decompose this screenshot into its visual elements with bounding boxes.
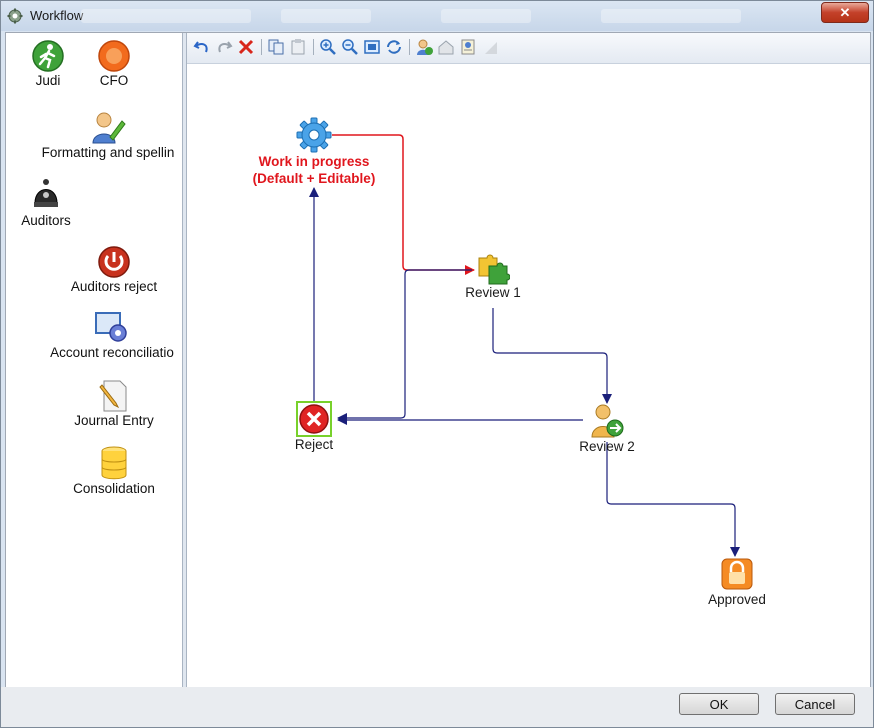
palette-item-label: Auditors reject (70, 279, 158, 294)
node-review-2[interactable]: Review 2 (567, 403, 647, 454)
background-ghost (441, 9, 531, 23)
document-pencil-icon (99, 380, 127, 412)
close-button[interactable]: ✕ (821, 2, 869, 23)
title-bar: Workflow ✕ (1, 1, 873, 31)
workflow-window: Workflow ✕ Judi CFO Formatting and spell… (0, 0, 874, 728)
palette-item-formatting[interactable]: Formatting and spellin (38, 109, 178, 160)
palette-item-label: Account reconciliatio (50, 345, 174, 360)
node-label: Review 1 (465, 285, 521, 300)
refresh-icon[interactable] (385, 38, 403, 56)
home-icon[interactable] (437, 38, 455, 56)
palette-item-label: Judi (35, 73, 61, 88)
user-forward-icon (591, 404, 624, 438)
background-ghost (281, 9, 371, 23)
delete-icon[interactable] (237, 38, 255, 56)
palette-item-label: Journal Entry (74, 413, 154, 428)
transition-review2-to-approved[interactable] (606, 442, 740, 557)
node-label-line1: Work in progress (258, 154, 370, 169)
copy-icon[interactable] (267, 38, 285, 56)
palette-item-label: Auditors (21, 213, 71, 228)
toolbar-separator (409, 39, 410, 55)
transition-review1-to-reject[interactable] (337, 269, 472, 423)
background-ghost (81, 9, 251, 23)
state-palette: Judi CFO Formatting and spellin Auditors… (6, 33, 182, 687)
node-label: Review 2 (579, 439, 635, 454)
monitor-gear-icon (95, 312, 127, 342)
police-helmet-icon (34, 179, 58, 207)
palette-item-judi[interactable]: Judi (24, 39, 72, 88)
palette-item-consolidation[interactable]: Consolidation (66, 445, 162, 496)
fit-icon[interactable] (363, 38, 381, 56)
toolbar-separator (261, 39, 262, 55)
resize-grip-icon[interactable] (481, 38, 499, 56)
toolbar-separator (313, 39, 314, 55)
palette-item-auditors-reject[interactable]: Auditors reject (62, 245, 166, 294)
reject-x-icon (296, 401, 332, 437)
node-review-1[interactable]: Review 1 (453, 253, 533, 300)
ok-button[interactable]: OK (679, 693, 759, 715)
user-pencil-icon (92, 112, 126, 144)
zoom-in-icon[interactable] (319, 38, 337, 56)
palette-item-cfo[interactable]: CFO (90, 39, 138, 88)
puzzle-icon (478, 254, 510, 285)
node-reject[interactable]: Reject (289, 401, 339, 452)
workflow-canvas[interactable]: Work in progress (Default + Editable) Re… (187, 64, 870, 687)
paste-icon[interactable] (289, 38, 307, 56)
node-label: Approved (708, 592, 766, 607)
designer-toolbar (187, 33, 870, 64)
zoom-out-icon[interactable] (341, 38, 359, 56)
node-approved[interactable]: Approved (697, 556, 777, 607)
window-title: Workflow (30, 8, 84, 23)
power-button-icon (98, 246, 130, 278)
palette-item-journal-entry[interactable]: Journal Entry (66, 379, 162, 428)
add-user-icon[interactable] (415, 38, 433, 56)
client-area: Judi CFO Formatting and spellin Auditors… (5, 32, 871, 688)
palette-item-label: Formatting and spellin (41, 145, 175, 160)
transition-review1-to-review2[interactable] (492, 308, 612, 404)
node-label: Reject (294, 437, 334, 452)
cancel-button[interactable]: Cancel (775, 693, 855, 715)
padlock-icon (721, 558, 753, 590)
properties-icon[interactable] (459, 38, 477, 56)
node-label-line2: (Default + Editable) (252, 171, 376, 186)
database-icon (101, 446, 127, 480)
orange-circle-icon (98, 40, 130, 72)
node-work-in-progress[interactable]: Work in progress (Default + Editable) (224, 117, 404, 187)
gear-icon (296, 117, 332, 153)
background-ghost (601, 9, 741, 23)
undo-icon[interactable] (193, 38, 211, 56)
palette-item-auditors[interactable]: Auditors (18, 177, 74, 228)
runner-icon (32, 40, 64, 72)
palette-item-label: Consolidation (73, 481, 155, 496)
palette-item-label: CFO (99, 73, 129, 88)
palette-item-account-reconciliation[interactable]: Account reconciliatio (42, 311, 182, 360)
redo-icon[interactable] (215, 38, 233, 56)
workflow-gear-icon (7, 8, 23, 24)
